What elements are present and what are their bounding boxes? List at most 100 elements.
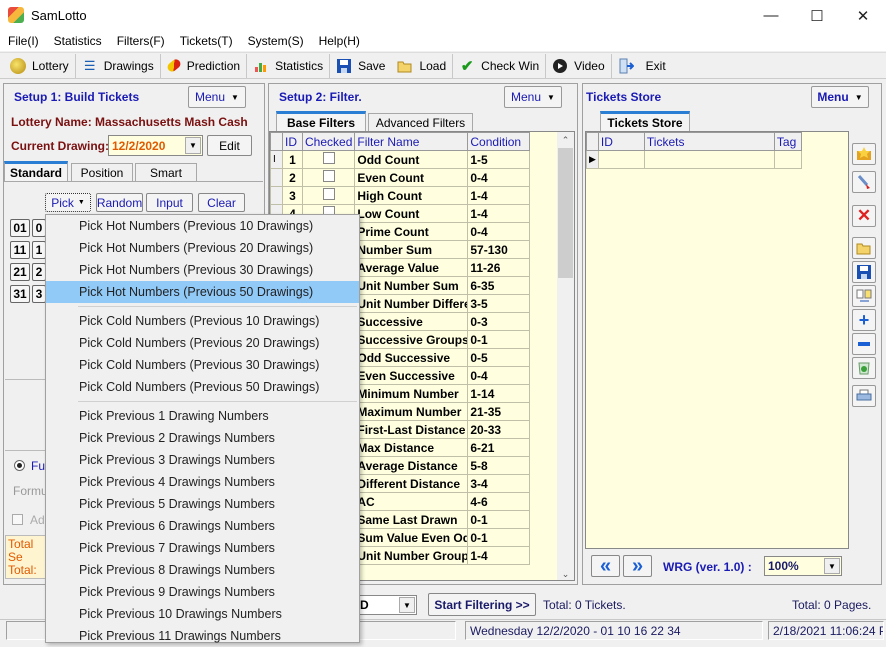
filter-name-cell[interactable]: Low Count (354, 204, 469, 223)
filter-condition-cell[interactable]: 3-5 (467, 294, 531, 313)
tab-base-filters[interactable]: Base Filters (276, 111, 366, 131)
filter-condition-cell[interactable]: 6-35 (467, 276, 531, 295)
pick-menu-item[interactable]: Pick Hot Numbers (Previous 10 Drawings) (46, 215, 359, 237)
pick-button[interactable]: Pick ▼ (45, 193, 91, 212)
filter-checkbox[interactable] (322, 188, 335, 200)
column-header-tickets[interactable]: Tickets (643, 132, 775, 151)
filter-name-cell[interactable]: AC (354, 492, 469, 511)
tab-smart[interactable]: Smart (135, 163, 197, 181)
column-header-id[interactable]: ID (282, 132, 303, 151)
filter-name-cell[interactable]: Even Successive (354, 366, 469, 385)
clear-button[interactable]: Clear (198, 193, 245, 212)
pick-menu-item[interactable]: Pick Previous 3 Drawings Numbers (46, 449, 359, 471)
filter-condition-cell[interactable]: 1-4 (467, 546, 531, 565)
pick-menu-item[interactable]: Pick Hot Numbers (Previous 20 Drawings) (46, 237, 359, 259)
filter-name-cell[interactable]: Average Value (354, 258, 469, 277)
number-button[interactable]: 2 (32, 263, 46, 281)
table-row[interactable]: 2 Even Count 0-4 (270, 168, 531, 187)
filter-condition-cell[interactable]: 1-5 (467, 150, 531, 169)
start-filtering-button[interactable]: Start Filtering >> (428, 593, 536, 616)
clear-brush-icon[interactable] (852, 171, 876, 193)
toolbar-check-win-button[interactable]: ✔ Check Win (453, 53, 547, 78)
chevron-down-icon[interactable]: ▼ (185, 137, 201, 154)
filter-name-cell[interactable]: Even Count (354, 168, 469, 187)
table-row[interactable]: 3 High Count 1-4 (270, 186, 531, 205)
pick-menu-item[interactable]: Pick Cold Numbers (Previous 20 Drawings) (46, 332, 359, 354)
filter-name-cell[interactable]: Sum Value Even Od (354, 528, 469, 547)
new-star-folder-icon[interactable] (852, 143, 876, 165)
column-header-id[interactable]: ID (597, 132, 645, 151)
column-header-tag[interactable]: Tag (773, 132, 802, 151)
tab-position[interactable]: Position (71, 163, 133, 181)
filter-condition-cell[interactable]: 1-4 (467, 204, 531, 223)
filter-name-cell[interactable]: Maximum Number (354, 402, 469, 421)
pick-menu-item[interactable]: Pick Previous 11 Drawings Numbers (46, 625, 359, 647)
filter-name-cell[interactable]: First-Last Distance (354, 420, 469, 439)
number-button[interactable]: 01 (10, 219, 30, 237)
filter-condition-cell[interactable]: 1-4 (467, 186, 531, 205)
tab-tickets-store[interactable]: Tickets Store (600, 111, 690, 131)
pick-menu-item[interactable]: Pick Previous 1 Drawing Numbers (46, 405, 359, 427)
menu-filters[interactable]: Filters(F) (109, 31, 172, 51)
add-plus-icon[interactable]: + (852, 309, 876, 331)
toolbar-save-button[interactable]: Save (330, 54, 391, 78)
filter-condition-cell[interactable]: 21-35 (467, 402, 531, 421)
filter-name-cell[interactable]: High Count (354, 186, 469, 205)
number-button[interactable]: 0 (32, 219, 46, 237)
filter-condition-cell[interactable]: 5-8 (467, 456, 531, 475)
minimize-button[interactable]: — (748, 0, 794, 31)
toolbar-video-button[interactable]: Video (546, 53, 612, 78)
add-checkbox[interactable] (12, 514, 23, 525)
tickets-menu-button[interactable]: Menu ▼ (811, 86, 869, 108)
filter-condition-cell[interactable]: 0-4 (467, 366, 531, 385)
edit-button[interactable]: Edit (207, 135, 252, 156)
filter-condition-cell[interactable]: 20-33 (467, 420, 531, 439)
close-button[interactable]: ✕ (840, 0, 886, 31)
pick-menu-item[interactable]: Pick Previous 2 Drawings Numbers (46, 427, 359, 449)
column-header-filter-name[interactable]: Filter Name (354, 132, 469, 151)
formula-radio[interactable] (14, 460, 25, 471)
pick-menu-item[interactable]: Pick Hot Numbers (Previous 30 Drawings) (46, 259, 359, 281)
setup1-menu-button[interactable]: Menu ▼ (188, 86, 246, 108)
number-button[interactable]: 21 (10, 263, 30, 281)
filter-condition-cell[interactable]: 6-21 (467, 438, 531, 457)
input-button[interactable]: Input (146, 193, 193, 212)
menu-file[interactable]: File(I) (0, 31, 46, 51)
current-drawing-select[interactable]: 12/2/2020 ▼ (108, 135, 203, 156)
scroll-up-icon[interactable]: ⌃ (557, 132, 574, 148)
number-button[interactable]: 11 (10, 241, 30, 259)
toolbar-prediction-button[interactable]: Prediction (161, 53, 248, 78)
number-button[interactable]: 3 (32, 285, 46, 303)
filter-condition-cell[interactable]: 0-4 (467, 168, 531, 187)
remove-minus-icon[interactable] (852, 333, 876, 355)
recycle-icon[interactable] (852, 357, 876, 379)
filter-checkbox[interactable] (322, 152, 335, 164)
column-header-condition[interactable]: Condition (467, 132, 531, 151)
filter-name-cell[interactable]: Prime Count (354, 222, 469, 241)
scroll-down-icon[interactable]: ⌄ (557, 569, 574, 580)
tab-advanced-filters[interactable]: Advanced Filters (368, 113, 473, 131)
pick-menu-item[interactable]: Pick Previous 5 Drawings Numbers (46, 493, 359, 515)
filter-checkbox[interactable] (322, 170, 335, 182)
filter-condition-cell[interactable]: 0-1 (467, 528, 531, 547)
pick-menu-item[interactable]: Pick Previous 10 Drawings Numbers (46, 603, 359, 625)
filter-name-cell[interactable]: Unit Number Sum (354, 276, 469, 295)
filter-name-cell[interactable]: Average Distance (354, 456, 469, 475)
filter-name-cell[interactable]: Different Distance (354, 474, 469, 493)
chevron-down-icon[interactable]: ▼ (824, 558, 840, 574)
pick-menu-item[interactable]: Pick Previous 4 Drawings Numbers (46, 471, 359, 493)
filter-condition-cell[interactable]: 0-4 (467, 222, 531, 241)
setup2-menu-button[interactable]: Menu ▼ (504, 86, 562, 108)
filter-condition-cell[interactable]: 11-26 (467, 258, 531, 277)
filter-name-cell[interactable]: Odd Count (354, 150, 469, 169)
filter-condition-cell[interactable]: 57-130 (467, 240, 531, 259)
menu-statistics[interactable]: Statistics (46, 31, 109, 51)
filter-condition-cell[interactable]: 0-3 (467, 312, 531, 331)
chevron-down-icon[interactable]: ▼ (399, 597, 415, 613)
tab-standard[interactable]: Standard (4, 161, 68, 181)
next-page-button[interactable]: » (623, 555, 652, 577)
filter-scrollbar[interactable]: ⌃ ⌄ (557, 132, 574, 580)
pick-menu-item[interactable]: Pick Previous 9 Drawings Numbers (46, 581, 359, 603)
print-icon[interactable] (852, 385, 876, 407)
filter-name-cell[interactable]: Unit Number Group (354, 546, 469, 565)
